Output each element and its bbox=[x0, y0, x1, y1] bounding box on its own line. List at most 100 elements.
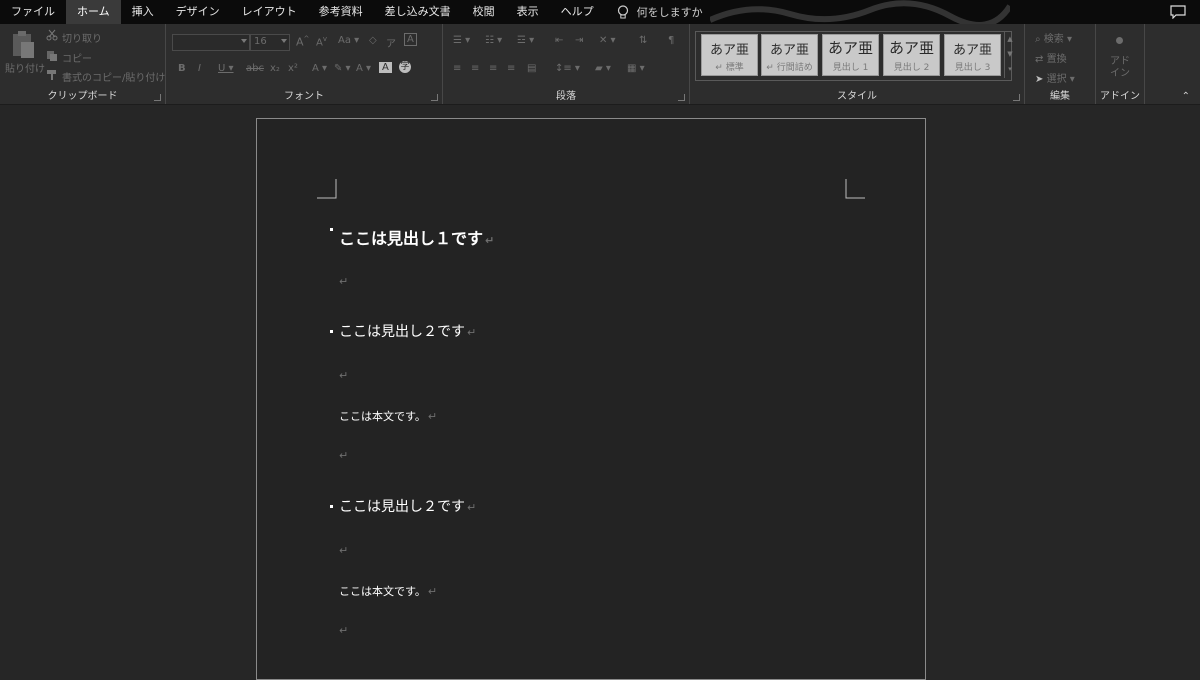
select-label: 選択 bbox=[1046, 74, 1067, 85]
editing-group-label: 編集 bbox=[1050, 91, 1070, 102]
clipboard-group: 貼り付け 切り取り コピー 書式のコピー/貼り付け クリップボード bbox=[0, 24, 166, 104]
addins-group: アド イン アドイン bbox=[1096, 24, 1145, 104]
addins-button[interactable]: アド イン bbox=[1110, 56, 1130, 80]
clear-format-icon[interactable]: ◇ bbox=[369, 35, 377, 46]
heading-2-paragraph[interactable]: ここは見出し２です ↵ bbox=[339, 321, 476, 341]
format-painter-button[interactable]: 書式のコピー/貼り付け bbox=[62, 69, 165, 84]
style-no-spacing[interactable]: あア亜 ↵ 行間詰め bbox=[761, 34, 818, 76]
tab-insert[interactable]: 挿入 bbox=[121, 0, 165, 24]
paragraph-launcher-icon[interactable] bbox=[678, 94, 685, 101]
empty-paragraph[interactable]: ↵ bbox=[339, 624, 348, 637]
empty-paragraph[interactable]: ↵ bbox=[339, 449, 348, 462]
tab-home[interactable]: ホーム bbox=[66, 0, 121, 24]
distributed-button[interactable]: ▤ bbox=[527, 63, 536, 74]
tell-me-search[interactable]: 何をしますか bbox=[617, 4, 703, 20]
more-styles-icon[interactable]: ▾ bbox=[1005, 62, 1015, 77]
increase-indent-button[interactable]: ⇥ bbox=[575, 35, 583, 46]
italic-button[interactable]: I bbox=[198, 63, 201, 74]
highlight-color-button[interactable]: ✎ ▾ bbox=[334, 63, 351, 74]
align-right-button[interactable]: ≡ bbox=[489, 63, 497, 74]
tab-layout[interactable]: レイアウト bbox=[231, 0, 308, 24]
subscript-button[interactable]: x₂ bbox=[270, 63, 280, 74]
font-group-label: フォント bbox=[284, 91, 324, 102]
text-effects-button[interactable]: A ▾ bbox=[312, 63, 327, 74]
tab-review[interactable]: 校閲 bbox=[462, 0, 506, 24]
font-group: 16 A^ Av Aa ▾ ◇ ア A B I U ▾ abc x₂ x² A … bbox=[166, 24, 443, 104]
paragraph-group: ☰ ▾ ☷ ▾ ☲ ▾ ⇤ ⇥ ✕ ▾ ⇅ ¶ ≡ ≡ ≡ ≡ ▤ ↕≡ ▾ ▰… bbox=[443, 24, 690, 104]
replace-button[interactable]: ⇄ 置換 bbox=[1035, 50, 1067, 65]
tab-file[interactable]: ファイル bbox=[0, 0, 66, 24]
justify-button[interactable]: ≡ bbox=[507, 63, 515, 74]
comments-icon[interactable] bbox=[1170, 5, 1186, 19]
character-border-icon[interactable]: A bbox=[404, 33, 417, 46]
strikethrough-button[interactable]: abc bbox=[246, 63, 264, 74]
multilevel-list-button[interactable]: ☲ ▾ bbox=[517, 35, 534, 46]
chevron-down-icon[interactable]: ▼ bbox=[1005, 47, 1015, 62]
underline-button[interactable]: U ▾ bbox=[218, 63, 234, 74]
styles-launcher-icon[interactable] bbox=[1013, 94, 1020, 101]
phonetic-guide-icon[interactable]: ア bbox=[386, 35, 396, 50]
line-spacing-button[interactable]: ↕≡ ▾ bbox=[555, 63, 580, 74]
style-heading-1[interactable]: あア亜 見出し 1 bbox=[822, 34, 879, 76]
shrink-font-button[interactable]: Av bbox=[316, 35, 327, 48]
bold-button[interactable]: B bbox=[178, 63, 186, 74]
styles-scroll[interactable]: ▲ ▼ ▾ bbox=[1004, 32, 1015, 78]
ribbon-tab-bar: ファイル ホーム 挿入 デザイン レイアウト 参考資料 差し込み文書 校閲 表示… bbox=[0, 0, 1200, 24]
change-case-button[interactable]: Aa ▾ bbox=[338, 35, 359, 46]
style-sample: あア亜 bbox=[888, 39, 934, 57]
font-color-button[interactable]: A ▾ bbox=[356, 63, 371, 74]
paste-icon[interactable] bbox=[10, 30, 36, 60]
empty-paragraph[interactable]: ↵ bbox=[339, 369, 348, 382]
tab-help[interactable]: ヘルプ bbox=[550, 0, 605, 24]
paragraph-mark: ↵ bbox=[485, 234, 495, 247]
style-sample: あア亜 bbox=[709, 43, 749, 58]
heading-2-paragraph[interactable]: ここは見出し２です ↵ bbox=[339, 496, 476, 516]
search-icon: ⌕ bbox=[1035, 34, 1041, 45]
align-center-button[interactable]: ≡ bbox=[471, 63, 479, 74]
copy-button[interactable]: コピー bbox=[62, 50, 92, 65]
font-size-combo[interactable]: 16 bbox=[250, 34, 290, 51]
font-name-combo[interactable] bbox=[172, 34, 250, 51]
select-button[interactable]: ➤ 選択 ▾ bbox=[1035, 70, 1075, 85]
document-page[interactable]: ここは見出し１です ↵ ↵ ここは見出し２です ↵ ↵ ここは本文です。 ↵ ↵ ここ… bbox=[256, 118, 926, 680]
character-shading-icon[interactable]: A bbox=[379, 62, 392, 73]
paragraph-mark: ↵ bbox=[339, 544, 349, 557]
empty-paragraph[interactable]: ↵ bbox=[339, 275, 348, 288]
paragraph-mark: ↵ bbox=[427, 410, 438, 423]
align-left-button[interactable]: ≡ bbox=[453, 63, 461, 74]
tab-references[interactable]: 参考資料 bbox=[308, 0, 374, 24]
body-paragraph[interactable]: ここは本文です。 ↵ bbox=[339, 583, 437, 599]
heading-1-paragraph[interactable]: ここは見出し１です ↵ bbox=[339, 225, 494, 249]
decrease-indent-button[interactable]: ⇤ bbox=[555, 35, 563, 46]
empty-paragraph[interactable]: ↵ bbox=[339, 544, 348, 557]
collapse-ribbon-icon[interactable]: ⌃ bbox=[1182, 91, 1190, 102]
body-paragraph[interactable]: ここは本文です。 ↵ bbox=[339, 408, 437, 424]
style-name: ↵ 行間詰め bbox=[766, 63, 813, 73]
tab-design[interactable]: デザイン bbox=[165, 0, 231, 24]
borders-button[interactable]: ▦ ▾ bbox=[627, 63, 645, 74]
style-heading-2[interactable]: あア亜 見出し 2 bbox=[883, 34, 940, 76]
show-marks-button[interactable]: ¶ bbox=[668, 35, 674, 46]
font-launcher-icon[interactable] bbox=[431, 94, 438, 101]
title-bar-pattern bbox=[710, 0, 1010, 24]
bullets-button[interactable]: ☰ ▾ bbox=[453, 35, 470, 46]
grow-font-button[interactable]: A^ bbox=[296, 35, 309, 49]
style-heading-3[interactable]: あア亜 見出し 3 bbox=[944, 34, 1001, 76]
find-button[interactable]: ⌕ 検索 ▾ bbox=[1035, 30, 1072, 45]
tab-mailings[interactable]: 差し込み文書 bbox=[374, 0, 462, 24]
style-name: ↵ 標準 bbox=[715, 63, 744, 73]
tab-view[interactable]: 表示 bbox=[506, 0, 550, 24]
paste-button[interactable]: 貼り付け bbox=[5, 60, 45, 75]
superscript-button[interactable]: x² bbox=[288, 63, 298, 74]
style-normal[interactable]: あア亜 ↵ 標準 bbox=[701, 34, 758, 76]
cut-button[interactable]: 切り取り bbox=[62, 30, 102, 45]
chevron-up-icon[interactable]: ▲ bbox=[1005, 32, 1015, 47]
style-sample: あア亜 bbox=[827, 39, 873, 57]
clipboard-launcher-icon[interactable] bbox=[154, 94, 161, 101]
sort-button[interactable]: ⇅ bbox=[639, 35, 647, 46]
scissors-icon bbox=[46, 29, 58, 41]
shading-button[interactable]: ▰ ▾ bbox=[595, 63, 611, 74]
numbering-button[interactable]: ☷ ▾ bbox=[485, 35, 502, 46]
enclose-character-icon[interactable]: 字 bbox=[399, 61, 411, 73]
asian-layout-button[interactable]: ✕ ▾ bbox=[599, 35, 616, 46]
